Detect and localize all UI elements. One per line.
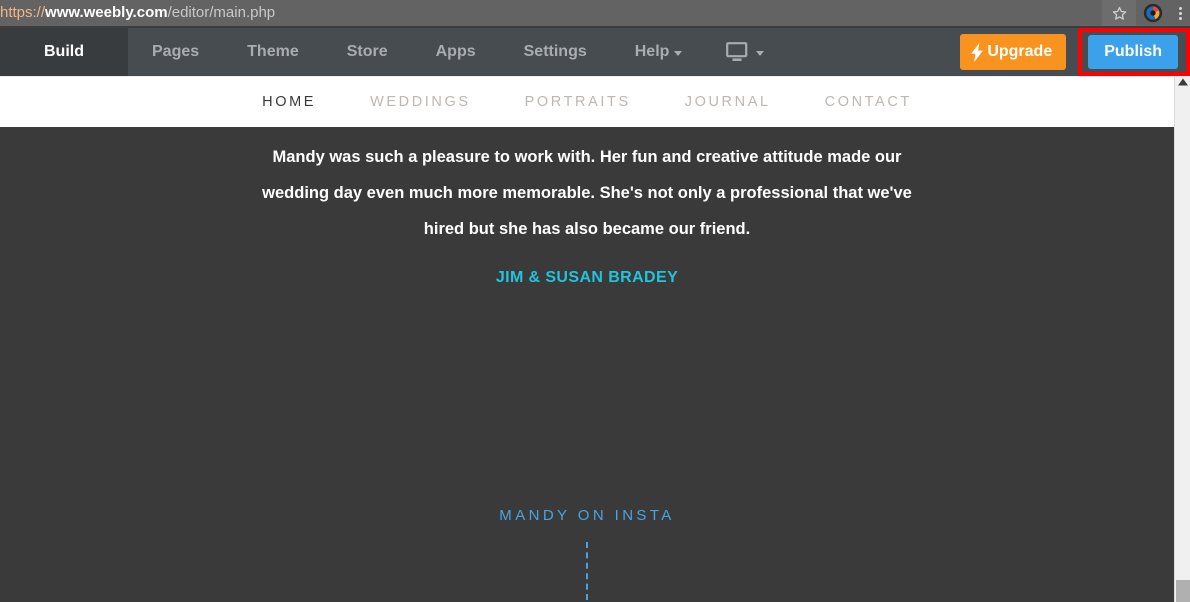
instagram-section: MANDY ON INSTA bbox=[0, 507, 1174, 600]
site-nav-item-contact[interactable]: CONTACT bbox=[798, 94, 939, 110]
instagram-label[interactable]: MANDY ON INSTA bbox=[0, 507, 1174, 524]
kebab-dot bbox=[1178, 11, 1182, 15]
url-scheme: https:// bbox=[0, 4, 46, 21]
testimonial-author: JIM & SUSAN BRADEY bbox=[495, 269, 679, 286]
vertical-scrollbar[interactable] bbox=[1174, 76, 1190, 602]
editor-tab-label: Build bbox=[44, 43, 84, 60]
site-navigation: HOME WEDDINGS PORTRAITS JOURNAL CONTACT bbox=[0, 76, 1174, 127]
kebab-dot bbox=[1178, 16, 1182, 20]
editor-tab-label: Settings bbox=[523, 43, 587, 60]
site-nav-label: JOURNAL bbox=[684, 94, 771, 110]
kebab-dot bbox=[1178, 6, 1182, 10]
publish-button-label: Publish bbox=[1104, 43, 1162, 60]
site-nav-item-home[interactable]: HOME bbox=[235, 94, 343, 110]
editor-tab-settings[interactable]: Settings bbox=[500, 28, 611, 76]
browser-url-bar[interactable]: https://www.weebly.com/editor/main.php bbox=[0, 0, 1190, 26]
editor-tab-apps[interactable]: Apps bbox=[412, 28, 500, 76]
site-nav-label: HOME bbox=[262, 94, 317, 110]
site-nav-label: WEDDINGS bbox=[370, 94, 471, 110]
upgrade-button[interactable]: Upgrade bbox=[960, 34, 1067, 70]
profile-avatar-button[interactable] bbox=[1136, 0, 1170, 26]
chevron-down-icon bbox=[756, 50, 765, 56]
browser-toolbar-actions bbox=[1102, 0, 1190, 26]
editor-tab-help[interactable]: Help bbox=[611, 28, 707, 76]
site-nav-item-journal[interactable]: JOURNAL bbox=[658, 94, 798, 110]
publish-button[interactable]: Publish bbox=[1088, 35, 1178, 69]
device-preview-selector[interactable] bbox=[706, 28, 784, 76]
profile-icon bbox=[1143, 3, 1163, 23]
editor-tab-pages[interactable]: Pages bbox=[128, 28, 223, 76]
browser-menu-button[interactable] bbox=[1170, 0, 1190, 26]
testimonial-line-3: hired but she has also became our friend… bbox=[423, 220, 751, 238]
dashed-divider bbox=[586, 542, 588, 600]
testimonial-line-2: wedding day even much more memorable. Sh… bbox=[262, 184, 912, 202]
site-nav-label: PORTRAITS bbox=[524, 94, 631, 110]
site-nav-item-weddings[interactable]: WEDDINGS bbox=[343, 94, 498, 110]
testimonial-block[interactable]: Mandy was such a pleasure to work with. … bbox=[0, 139, 1174, 287]
editor-tab-label: Store bbox=[346, 43, 388, 60]
scrollbar-thumb[interactable] bbox=[1176, 580, 1190, 602]
browser-window: https://www.weebly.com/editor/main.php B… bbox=[0, 0, 1190, 602]
monitor-icon bbox=[726, 41, 748, 61]
bookmark-star-button[interactable] bbox=[1102, 0, 1136, 26]
upgrade-button-label: Upgrade bbox=[987, 43, 1053, 60]
editor-action-buttons: Upgrade Publish bbox=[960, 28, 1190, 76]
publish-button-container: Publish bbox=[1078, 28, 1190, 76]
editor-tab-label: Pages bbox=[152, 43, 200, 60]
editor-tab-label: Help bbox=[634, 43, 670, 60]
editor-tab-store[interactable]: Store bbox=[323, 28, 412, 76]
site-nav-label: CONTACT bbox=[824, 94, 912, 110]
editor-tab-build[interactable]: Build bbox=[0, 28, 128, 76]
testimonial-line-1: Mandy was such a pleasure to work with. … bbox=[272, 148, 902, 166]
site-body: Mandy was such a pleasure to work with. … bbox=[0, 127, 1174, 602]
url-display[interactable]: https://www.weebly.com/editor/main.php bbox=[0, 2, 275, 24]
star-icon bbox=[1112, 6, 1126, 20]
lightning-bolt-icon bbox=[971, 42, 984, 62]
url-path: /editor/main.php bbox=[167, 4, 276, 21]
editor-tab-label: Apps bbox=[435, 43, 476, 60]
url-host: www.weebly.com bbox=[45, 4, 168, 21]
editor-toolbar: Build Pages Theme Store Apps Settings He… bbox=[0, 28, 1190, 76]
scroll-up-arrow-icon[interactable] bbox=[1177, 78, 1188, 86]
editor-tab-label: Theme bbox=[247, 43, 299, 60]
chevron-down-icon bbox=[674, 50, 683, 56]
editor-tab-list: Build Pages Theme Store Apps Settings He… bbox=[0, 28, 784, 76]
editor-tab-theme[interactable]: Theme bbox=[223, 28, 323, 76]
site-nav-item-portraits[interactable]: PORTRAITS bbox=[498, 94, 658, 110]
site-preview-canvas: HOME WEDDINGS PORTRAITS JOURNAL CONTACT … bbox=[0, 76, 1174, 602]
